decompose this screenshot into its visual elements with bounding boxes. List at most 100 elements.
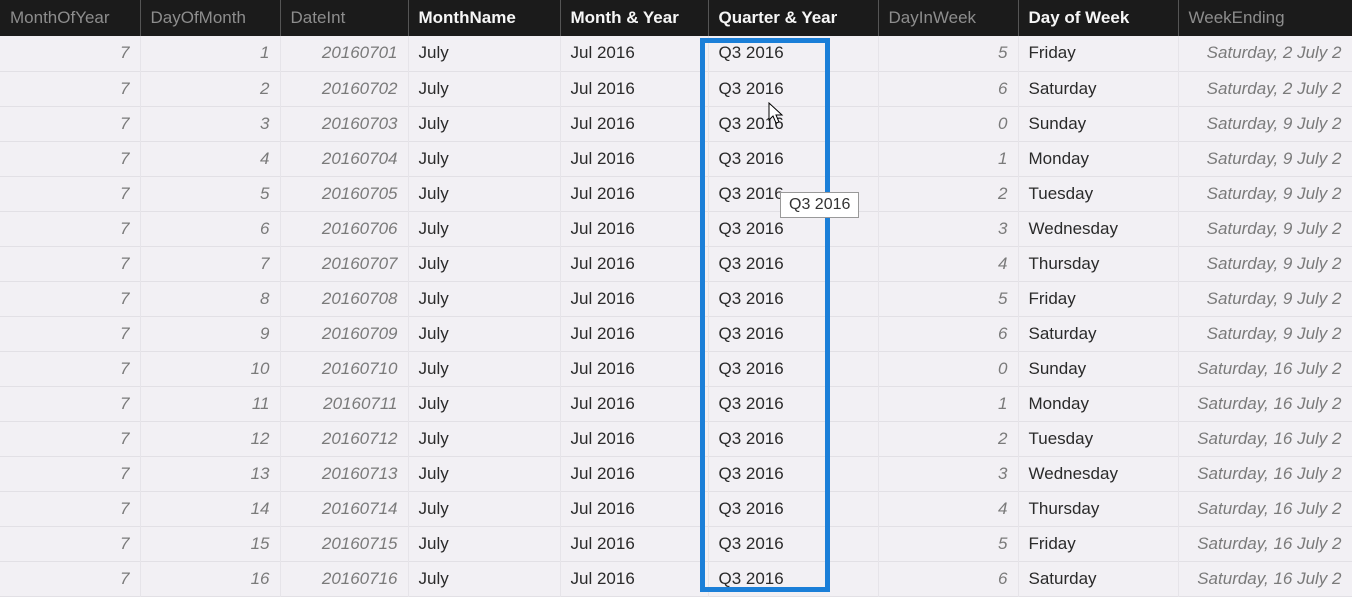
cell-quarteryear[interactable]: Q3 2016 bbox=[708, 351, 878, 386]
cell-dateint[interactable]: 20160715 bbox=[280, 526, 408, 561]
cell-dayinweek[interactable]: 3 bbox=[878, 456, 1018, 491]
cell-quarteryear[interactable]: Q3 2016 bbox=[708, 316, 878, 351]
cell-dayinweek[interactable]: 0 bbox=[878, 351, 1018, 386]
cell-monthyear[interactable]: Jul 2016 bbox=[560, 106, 708, 141]
cell-monthofyear[interactable]: 7 bbox=[0, 246, 140, 281]
cell-monthname[interactable]: July bbox=[408, 351, 560, 386]
cell-monthname[interactable]: July bbox=[408, 281, 560, 316]
cell-weekending[interactable]: Saturday, 9 July 2 bbox=[1178, 106, 1352, 141]
cell-monthname[interactable]: July bbox=[408, 421, 560, 456]
cell-dayofweek[interactable]: Sunday bbox=[1018, 351, 1178, 386]
table-row[interactable]: 71020160710JulyJul 2016Q3 20160SundaySat… bbox=[0, 351, 1352, 386]
column-header-dateint[interactable]: DateInt bbox=[280, 0, 408, 36]
cell-dayofmonth[interactable]: 6 bbox=[140, 211, 280, 246]
cell-monthyear[interactable]: Jul 2016 bbox=[560, 491, 708, 526]
cell-monthname[interactable]: July bbox=[408, 211, 560, 246]
table-row[interactable]: 7720160707JulyJul 2016Q3 20164ThursdaySa… bbox=[0, 246, 1352, 281]
cell-dayofmonth[interactable]: 14 bbox=[140, 491, 280, 526]
cell-monthofyear[interactable]: 7 bbox=[0, 71, 140, 106]
cell-monthyear[interactable]: Jul 2016 bbox=[560, 281, 708, 316]
cell-quarteryear[interactable]: Q3 2016 bbox=[708, 281, 878, 316]
cell-dayofmonth[interactable]: 15 bbox=[140, 526, 280, 561]
cell-dayofmonth[interactable]: 11 bbox=[140, 386, 280, 421]
cell-quarteryear[interactable]: Q3 2016 bbox=[708, 71, 878, 106]
cell-weekending[interactable]: Saturday, 2 July 2 bbox=[1178, 71, 1352, 106]
table-row[interactable]: 7620160706JulyJul 2016Q3 20163WednesdayS… bbox=[0, 211, 1352, 246]
cell-dayofweek[interactable]: Thursday bbox=[1018, 491, 1178, 526]
table-row[interactable]: 7920160709JulyJul 2016Q3 20166SaturdaySa… bbox=[0, 316, 1352, 351]
column-header-monthyear[interactable]: Month & Year bbox=[560, 0, 708, 36]
cell-dayinweek[interactable]: 5 bbox=[878, 36, 1018, 71]
cell-dayinweek[interactable]: 5 bbox=[878, 281, 1018, 316]
table-row[interactable]: 71120160711JulyJul 2016Q3 20161MondaySat… bbox=[0, 386, 1352, 421]
cell-dayofmonth[interactable]: 10 bbox=[140, 351, 280, 386]
cell-monthyear[interactable]: Jul 2016 bbox=[560, 421, 708, 456]
cell-dayinweek[interactable]: 4 bbox=[878, 246, 1018, 281]
cell-dateint[interactable]: 20160713 bbox=[280, 456, 408, 491]
cell-weekending[interactable]: Saturday, 9 July 2 bbox=[1178, 281, 1352, 316]
cell-dayofmonth[interactable]: 3 bbox=[140, 106, 280, 141]
table-row[interactable]: 7220160702JulyJul 2016Q3 20166SaturdaySa… bbox=[0, 71, 1352, 106]
cell-dayofweek[interactable]: Sunday bbox=[1018, 106, 1178, 141]
cell-weekending[interactable]: Saturday, 9 July 2 bbox=[1178, 211, 1352, 246]
column-header-dayofmonth[interactable]: DayOfMonth bbox=[140, 0, 280, 36]
cell-monthname[interactable]: July bbox=[408, 526, 560, 561]
cell-monthname[interactable]: July bbox=[408, 71, 560, 106]
cell-dayofweek[interactable]: Wednesday bbox=[1018, 211, 1178, 246]
cell-dayofmonth[interactable]: 5 bbox=[140, 176, 280, 211]
cell-dateint[interactable]: 20160710 bbox=[280, 351, 408, 386]
cell-quarteryear[interactable]: Q3 2016 bbox=[708, 211, 878, 246]
cell-monthofyear[interactable]: 7 bbox=[0, 281, 140, 316]
cell-monthofyear[interactable]: 7 bbox=[0, 211, 140, 246]
cell-dayofweek[interactable]: Wednesday bbox=[1018, 456, 1178, 491]
cell-monthofyear[interactable]: 7 bbox=[0, 561, 140, 596]
cell-quarteryear[interactable]: Q3 2016 bbox=[708, 36, 878, 71]
cell-dayinweek[interactable]: 6 bbox=[878, 561, 1018, 596]
cell-dayofmonth[interactable]: 4 bbox=[140, 141, 280, 176]
cell-dayinweek[interactable]: 2 bbox=[878, 176, 1018, 211]
column-header-quarteryear[interactable]: Quarter & Year bbox=[708, 0, 878, 36]
cell-weekending[interactable]: Saturday, 9 July 2 bbox=[1178, 141, 1352, 176]
table-row[interactable]: 71620160716JulyJul 2016Q3 20166SaturdayS… bbox=[0, 561, 1352, 596]
cell-monthofyear[interactable]: 7 bbox=[0, 421, 140, 456]
cell-dateint[interactable]: 20160701 bbox=[280, 36, 408, 71]
cell-dateint[interactable]: 20160704 bbox=[280, 141, 408, 176]
cell-monthyear[interactable]: Jul 2016 bbox=[560, 176, 708, 211]
table-row[interactable]: 7420160704JulyJul 2016Q3 20161MondaySatu… bbox=[0, 141, 1352, 176]
table-row[interactable]: 71420160714JulyJul 2016Q3 20164ThursdayS… bbox=[0, 491, 1352, 526]
table-row[interactable]: 71320160713JulyJul 2016Q3 20163Wednesday… bbox=[0, 456, 1352, 491]
cell-quarteryear[interactable]: Q3 2016 bbox=[708, 561, 878, 596]
cell-monthyear[interactable]: Jul 2016 bbox=[560, 211, 708, 246]
cell-quarteryear[interactable]: Q3 2016 bbox=[708, 176, 878, 211]
cell-monthyear[interactable]: Jul 2016 bbox=[560, 386, 708, 421]
table-row[interactable]: 7120160701JulyJul 2016Q3 20165FridaySatu… bbox=[0, 36, 1352, 71]
column-header-dayofweek[interactable]: Day of Week bbox=[1018, 0, 1178, 36]
cell-dayofmonth[interactable]: 2 bbox=[140, 71, 280, 106]
cell-dateint[interactable]: 20160708 bbox=[280, 281, 408, 316]
cell-dayofmonth[interactable]: 9 bbox=[140, 316, 280, 351]
cell-monthname[interactable]: July bbox=[408, 176, 560, 211]
cell-quarteryear[interactable]: Q3 2016 bbox=[708, 491, 878, 526]
cell-monthname[interactable]: July bbox=[408, 456, 560, 491]
cell-monthname[interactable]: July bbox=[408, 386, 560, 421]
cell-weekending[interactable]: Saturday, 9 July 2 bbox=[1178, 246, 1352, 281]
cell-dayinweek[interactable]: 3 bbox=[878, 211, 1018, 246]
column-header-monthname[interactable]: MonthName bbox=[408, 0, 560, 36]
cell-monthofyear[interactable]: 7 bbox=[0, 36, 140, 71]
cell-monthyear[interactable]: Jul 2016 bbox=[560, 36, 708, 71]
cell-dayofmonth[interactable]: 16 bbox=[140, 561, 280, 596]
cell-monthofyear[interactable]: 7 bbox=[0, 351, 140, 386]
cell-dateint[interactable]: 20160707 bbox=[280, 246, 408, 281]
column-header-weekending[interactable]: WeekEnding bbox=[1178, 0, 1352, 36]
cell-monthofyear[interactable]: 7 bbox=[0, 316, 140, 351]
cell-monthofyear[interactable]: 7 bbox=[0, 491, 140, 526]
cell-dayinweek[interactable]: 6 bbox=[878, 71, 1018, 106]
cell-monthyear[interactable]: Jul 2016 bbox=[560, 456, 708, 491]
cell-dateint[interactable]: 20160712 bbox=[280, 421, 408, 456]
cell-dateint[interactable]: 20160709 bbox=[280, 316, 408, 351]
cell-monthofyear[interactable]: 7 bbox=[0, 106, 140, 141]
cell-dayofweek[interactable]: Thursday bbox=[1018, 246, 1178, 281]
cell-quarteryear[interactable]: Q3 2016 bbox=[708, 141, 878, 176]
cell-dateint[interactable]: 20160703 bbox=[280, 106, 408, 141]
cell-monthyear[interactable]: Jul 2016 bbox=[560, 526, 708, 561]
